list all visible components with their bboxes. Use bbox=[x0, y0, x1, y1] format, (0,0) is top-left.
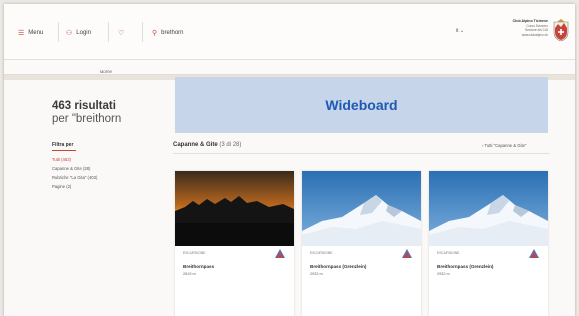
favorites-button[interactable]: ♡ bbox=[118, 26, 124, 40]
filter-underline bbox=[52, 150, 76, 151]
user-icon: ⚇ bbox=[66, 29, 73, 37]
filter-heading: Filtra per bbox=[52, 142, 74, 148]
view-all-label: Tutti "Capanne & Gite" bbox=[484, 143, 527, 148]
club-logo-icon bbox=[529, 249, 539, 258]
arrow-right-icon: › bbox=[482, 143, 484, 148]
card-title: Breithornpass (Grenzlein) bbox=[310, 264, 367, 269]
wideboard-label: Wideboard bbox=[325, 97, 398, 113]
search-value: brethorn bbox=[161, 30, 184, 36]
card-altitude: 2932 m bbox=[310, 272, 323, 276]
nav-divider bbox=[58, 22, 59, 42]
filter-item-rubriche[interactable]: Rubriche "La Gita" (403) bbox=[52, 173, 97, 182]
card-photo bbox=[429, 171, 548, 246]
menu-icon: ☰ bbox=[18, 29, 25, 37]
card-photo bbox=[175, 171, 294, 246]
card-altitude: 2932 m bbox=[437, 272, 450, 276]
card-kind: ESCURSIONE bbox=[310, 251, 333, 255]
nav-divider bbox=[142, 22, 143, 42]
nav-divider bbox=[108, 22, 109, 42]
login-button[interactable]: ⚇ Login bbox=[66, 26, 91, 40]
browser-viewport: ☰ Menu ⚇ Login ♡ ⚲ brethorn it ⌄ Club Al… bbox=[4, 4, 575, 316]
search-query: per "breithorn bbox=[52, 113, 122, 125]
wideboard-ad[interactable]: Wideboard bbox=[175, 77, 548, 133]
club-logo-icon bbox=[275, 249, 285, 258]
section-name: Capanne & Gite bbox=[173, 142, 218, 148]
section-divider bbox=[173, 153, 550, 154]
search-icon: ⚲ bbox=[152, 29, 158, 37]
search-input[interactable]: ⚲ brethorn bbox=[152, 26, 184, 40]
card-photo bbox=[302, 171, 421, 246]
card-title: Breithornpass (Grenzlein) bbox=[437, 264, 494, 269]
club-line: www.clubalpino.ch bbox=[521, 32, 548, 37]
filter-item-all[interactable]: Tutti (463) bbox=[52, 155, 97, 164]
club-info: Club Alpino Ticinese Corso Svizzero Sezi… bbox=[498, 19, 548, 37]
language-select[interactable]: it ⌄ bbox=[456, 28, 464, 34]
chevron-down-icon: ⌄ bbox=[459, 28, 465, 34]
section-title: Capanne & Gite (3 di 28) bbox=[173, 142, 241, 148]
breadcrumb: Home ⌄ bbox=[4, 61, 575, 75]
view-all-link[interactable]: › Tutti "Capanne & Gite" bbox=[482, 143, 526, 148]
card-kind: ESCURSIONE bbox=[183, 251, 206, 255]
menu-label: Menu bbox=[28, 30, 44, 36]
filter-item-capanne[interactable]: Capanne & Gite (28) bbox=[52, 164, 97, 173]
filter-item-pagine[interactable]: Pagine (2) bbox=[52, 182, 97, 191]
card-altitude: 2819 m bbox=[183, 272, 196, 276]
result-card[interactable]: ESCURSIONE Breithornpass (Grenzlein) 293… bbox=[302, 171, 421, 316]
results-count: 463 risultati bbox=[52, 100, 116, 112]
result-card[interactable]: ESCURSIONE Breithornpass 2819 m bbox=[175, 171, 294, 316]
heart-icon: ♡ bbox=[118, 29, 125, 37]
card-title: Breithornpass bbox=[183, 264, 215, 269]
filter-list: Tutti (463) Capanne & Gite (28) Rubriche… bbox=[52, 155, 97, 191]
club-crest-icon[interactable] bbox=[552, 18, 570, 42]
card-kind: ESCURSIONE bbox=[437, 251, 460, 255]
section-count: (3 di 28) bbox=[219, 142, 242, 148]
club-logo-icon bbox=[402, 249, 412, 258]
language-value: it bbox=[456, 28, 459, 34]
menu-button[interactable]: ☰ Menu bbox=[18, 26, 43, 40]
login-label: Login bbox=[76, 30, 91, 36]
result-card[interactable]: ESCURSIONE Breithornpass (Grenzlein) 293… bbox=[429, 171, 548, 316]
site-header: ☰ Menu ⚇ Login ♡ ⚲ brethorn it ⌄ Club Al… bbox=[4, 4, 575, 60]
